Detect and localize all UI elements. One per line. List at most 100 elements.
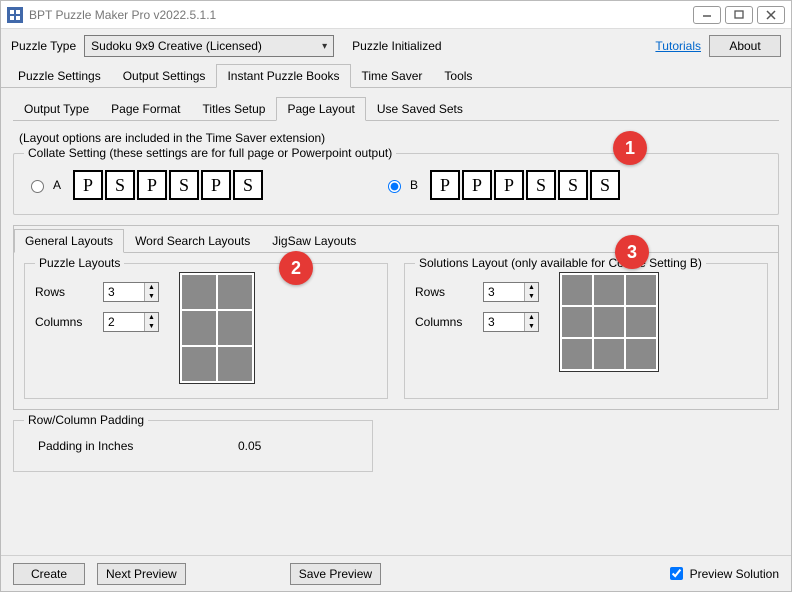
arrow-up-icon[interactable]: ▲ xyxy=(525,313,538,322)
chevron-down-icon: ▾ xyxy=(322,41,327,52)
arrow-down-icon[interactable]: ▼ xyxy=(525,322,538,331)
collate-a-radio[interactable] xyxy=(31,180,44,193)
sub-tab-titles-setup[interactable]: Titles Setup xyxy=(192,97,277,121)
sequence-box: P xyxy=(430,170,460,200)
arrow-down-icon[interactable]: ▼ xyxy=(525,292,538,301)
padding-legend: Row/Column Padding xyxy=(24,413,148,427)
solutions-rows-label: Rows xyxy=(415,285,475,299)
solutions-rows-spinner[interactable]: 3 ▲▼ xyxy=(483,282,539,302)
layout-tabs-host: General LayoutsWord Search LayoutsJigSaw… xyxy=(13,225,779,410)
solutions-cols-spinner[interactable]: 3 ▲▼ xyxy=(483,312,539,332)
grid-cell xyxy=(594,275,624,305)
collate-group: Collate Setting (these settings are for … xyxy=(13,153,779,215)
arrow-up-icon[interactable]: ▲ xyxy=(145,283,158,292)
sequence-box: S xyxy=(526,170,556,200)
sequence-box: P xyxy=(494,170,524,200)
collate-b-sequence: PPPSSS xyxy=(430,170,620,200)
puzzle-cols-label: Columns xyxy=(35,315,95,329)
grid-cell xyxy=(562,275,592,305)
collate-a-sequence: PSPSPS xyxy=(73,170,263,200)
grid-cell xyxy=(182,311,216,345)
puzzle-type-value: Sudoku 9x9 Creative (Licensed) xyxy=(91,39,262,53)
collate-a-label: A xyxy=(53,178,61,192)
puzzle-status: Puzzle Initialized xyxy=(352,39,441,53)
grid-cell xyxy=(562,339,592,369)
grid-cell xyxy=(594,339,624,369)
grid-cell xyxy=(182,347,216,381)
grid-cell xyxy=(562,307,592,337)
main-tab-tools[interactable]: Tools xyxy=(433,64,483,88)
sequence-box: S xyxy=(105,170,135,200)
tutorials-link[interactable]: Tutorials xyxy=(655,39,701,53)
about-button[interactable]: About xyxy=(709,35,781,57)
puzzle-layout-panel: Puzzle Layouts Rows 3 ▲▼ Colu xyxy=(24,263,388,399)
arrow-down-icon[interactable]: ▼ xyxy=(145,322,158,331)
sequence-box: P xyxy=(137,170,167,200)
arrow-up-icon[interactable]: ▲ xyxy=(525,283,538,292)
grid-cell xyxy=(182,275,216,309)
save-preview-button[interactable]: Save Preview xyxy=(290,563,381,585)
sub-tab-use-saved-sets[interactable]: Use Saved Sets xyxy=(366,97,474,121)
grid-cell xyxy=(626,307,656,337)
annotation-3: 3 xyxy=(615,235,649,269)
main-tab-instant-puzzle-books[interactable]: Instant Puzzle Books xyxy=(216,64,350,88)
padding-label: Padding in Inches xyxy=(38,439,238,453)
preview-solution-checkbox[interactable] xyxy=(670,567,683,580)
sub-tab-page-format[interactable]: Page Format xyxy=(100,97,191,121)
padding-group: Row/Column Padding Padding in Inches 0.0… xyxy=(13,420,373,472)
arrow-down-icon[interactable]: ▼ xyxy=(145,292,158,301)
grid-cell xyxy=(626,275,656,305)
sub-tab-page-layout[interactable]: Page Layout xyxy=(276,97,365,121)
grid-cell xyxy=(218,347,252,381)
grid-cell xyxy=(594,307,624,337)
annotation-1: 1 xyxy=(613,131,647,165)
main-tabstrip: Puzzle SettingsOutput SettingsInstant Pu… xyxy=(1,63,791,88)
solutions-cols-label: Columns xyxy=(415,315,475,329)
puzzle-grid-preview xyxy=(179,272,255,384)
solutions-grid-preview xyxy=(559,272,659,372)
padding-value: 0.05 xyxy=(238,439,261,453)
sequence-box: P xyxy=(462,170,492,200)
arrow-up-icon[interactable]: ▲ xyxy=(145,313,158,322)
annotation-2: 2 xyxy=(279,251,313,285)
solutions-layout-legend: Solutions Layout (only available for Col… xyxy=(415,256,706,270)
puzzle-cols-spinner[interactable]: 2 ▲▼ xyxy=(103,312,159,332)
sequence-box: P xyxy=(201,170,231,200)
puzzle-type-combo[interactable]: Sudoku 9x9 Creative (Licensed) ▾ xyxy=(84,35,334,57)
main-tab-time-saver[interactable]: Time Saver xyxy=(351,64,434,88)
collate-legend: Collate Setting (these settings are for … xyxy=(24,146,396,160)
title-bar: BPT Puzzle Maker Pro v2022.5.1.1 xyxy=(1,1,791,29)
preview-solution-check[interactable]: Preview Solution xyxy=(666,564,779,583)
layout-tabstrip: General LayoutsWord Search LayoutsJigSaw… xyxy=(14,228,778,253)
maximize-button[interactable] xyxy=(725,6,753,24)
sequence-box: S xyxy=(590,170,620,200)
next-preview-button[interactable]: Next Preview xyxy=(97,563,186,585)
sequence-box: P xyxy=(73,170,103,200)
window-title: BPT Puzzle Maker Pro v2022.5.1.1 xyxy=(29,8,693,22)
sequence-box: S xyxy=(558,170,588,200)
minimize-button[interactable] xyxy=(693,6,721,24)
sequence-box: S xyxy=(169,170,199,200)
puzzle-type-label: Puzzle Type xyxy=(11,39,76,53)
sub-tabstrip: Output TypePage FormatTitles SetupPage L… xyxy=(13,96,779,121)
puzzle-rows-spinner[interactable]: 3 ▲▼ xyxy=(103,282,159,302)
puzzle-rows-label: Rows xyxy=(35,285,95,299)
app-icon xyxy=(7,7,23,23)
layout-tab-word-search-layouts[interactable]: Word Search Layouts xyxy=(124,229,261,253)
create-button[interactable]: Create xyxy=(13,563,85,585)
grid-cell xyxy=(218,311,252,345)
puzzle-layout-legend: Puzzle Layouts xyxy=(35,256,124,270)
solutions-layout-panel: Solutions Layout (only available for Col… xyxy=(404,263,768,399)
sequence-box: S xyxy=(233,170,263,200)
collate-b-label: B xyxy=(410,178,418,192)
sub-tab-output-type[interactable]: Output Type xyxy=(13,97,100,121)
layout-tab-general-layouts[interactable]: General Layouts xyxy=(14,229,124,253)
collate-b-radio[interactable] xyxy=(388,180,401,193)
close-button[interactable] xyxy=(757,6,785,24)
main-tab-puzzle-settings[interactable]: Puzzle Settings xyxy=(7,64,112,88)
main-tab-output-settings[interactable]: Output Settings xyxy=(112,64,217,88)
grid-cell xyxy=(626,339,656,369)
grid-cell xyxy=(218,275,252,309)
layout-tab-jigsaw-layouts[interactable]: JigSaw Layouts xyxy=(261,229,367,253)
layout-note: (Layout options are included in the Time… xyxy=(19,131,779,145)
